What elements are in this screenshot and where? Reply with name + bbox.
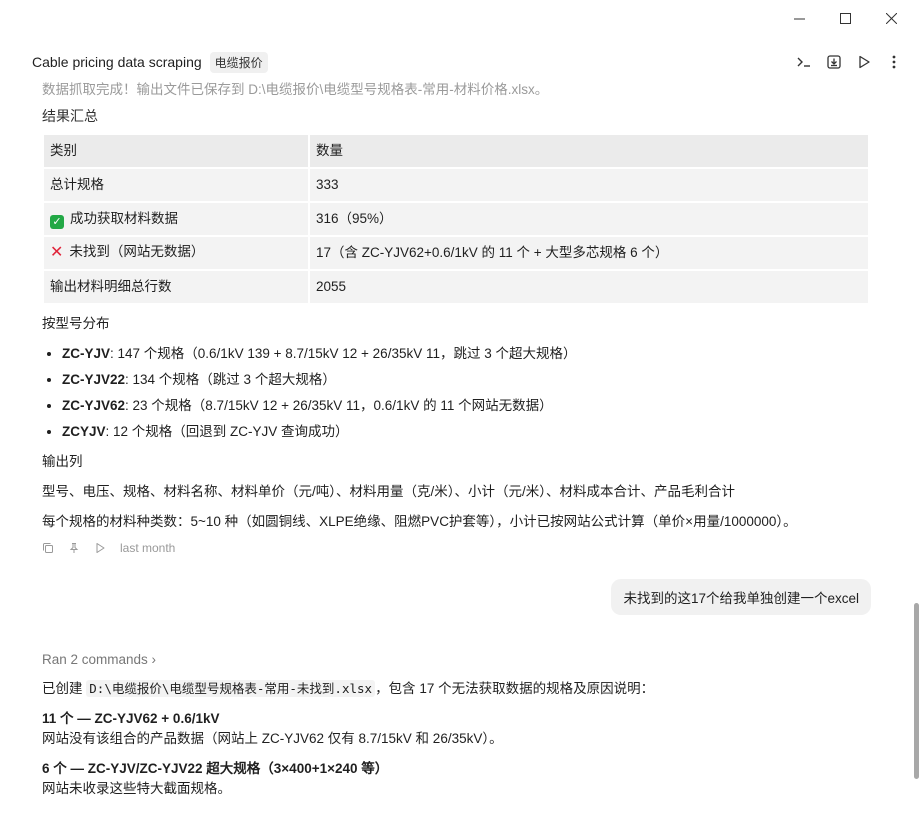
table-row: ✕ 未找到（网站无数据） 17（含 ZC-YJV62+0.6/1kV 的 11 个… (44, 237, 868, 270)
group2-title: 6 个 — ZC-YJV/ZC-YJV22 超大规格（3×400+1×240 等… (42, 761, 389, 776)
model-name: ZC-YJV (62, 346, 111, 362)
play-icon (96, 543, 105, 554)
list-item: ZC-YJV: 147 个规格（0.6/1kV 139 + 8.7/15kV 1… (62, 341, 870, 367)
output-columns: 型号、电压、规格、材料名称、材料单价（元/吨）、材料用量（克/米）、小计（元/米… (42, 484, 736, 500)
table-cell-label: ✕ 未找到（网站无数据） (44, 237, 308, 270)
model-heading: 按型号分布 (42, 316, 110, 332)
close-icon (885, 12, 897, 24)
table-cell-value: 333 (310, 169, 868, 202)
maximize-button[interactable] (822, 8, 868, 28)
user-message-bubble: 未找到的这17个给我单独创建一个excel (611, 579, 871, 615)
created-line: 已创建 D:\电缆报价\电缆型号规格表-常用-未找到.xlsx ，包含 17 个无… (42, 677, 870, 697)
copy-button[interactable] (42, 542, 54, 554)
table-row: 总计规格 333 (44, 169, 868, 202)
table-cell-label: 总计规格 (44, 169, 308, 202)
ran-commands-toggle[interactable]: Ran 2 commands › (42, 652, 870, 667)
table-header-cell: 类别 (44, 135, 308, 168)
play-icon (859, 55, 870, 69)
minimize-icon (793, 18, 805, 19)
model-desc: : 12 个规格（回退到 ZC-YJV 查询成功） (105, 424, 349, 440)
model-desc: : 23 个规格（8.7/15kV 12 + 26/35kV 11，0.6/1k… (125, 398, 553, 414)
list-item: ZC-YJV22: 134 个规格（跳过 3 个超大规格） (62, 367, 870, 393)
created-suffix: ，包含 17 个无法获取数据的规格及原因说明： (375, 681, 655, 696)
table-cell-value: 2055 (310, 271, 868, 304)
summary-table: 类别 数量 总计规格 333 ✓ 成功获取材料数据 316（95%） ✕ 未找到（网… (42, 133, 870, 305)
copy-icon (43, 543, 53, 554)
model-desc: : 147 个规格（0.6/1kV 139 + 8.7/15kV 12 + 26… (110, 346, 577, 362)
conversation-header: Cable pricing data scraping 电缆报价 (32, 50, 902, 74)
table-cell-label-text: 未找到（网站无数据） (69, 244, 205, 260)
material-note: 每个规格的材料种类数：5~10 种（如圆铜线、XLPE绝缘、阻燃PVC护套等），… (42, 514, 797, 530)
run-button[interactable] (856, 54, 872, 70)
table-cell-label-text: 成功获取材料数据 (70, 211, 178, 227)
model-name: ZC-YJV62 (62, 398, 126, 414)
table-header-cell: 数量 (310, 135, 868, 168)
output-heading: 输出列 (42, 454, 83, 470)
window-controls (776, 8, 914, 28)
pin-icon (69, 543, 79, 554)
table-cell-label: 输出材料明细总行数 (44, 271, 308, 304)
summary-heading: 结果汇总 (42, 108, 98, 125)
terminal-icon (797, 57, 810, 67)
created-file-path: D:\电缆报价\电缆型号规格表-常用-未找到.xlsx (86, 680, 376, 697)
group1-desc: 网站没有该组合的产品数据（网站上 ZC-YJV62 仅有 8.7/15kV 和 … (42, 731, 503, 746)
model-name: ZCYJV (62, 424, 106, 440)
table-cell-value: 316（95%） (310, 203, 868, 236)
scrollbar-thumb[interactable] (914, 603, 919, 779)
list-item: ZC-YJV62: 23 个规格（8.7/15kV 12 + 26/35kV 1… (62, 393, 870, 419)
project-tag[interactable]: 电缆报价 (209, 51, 268, 73)
more-vertical-icon (892, 55, 896, 69)
group1-title: 11 个 — ZC-YJV62 + 0.6/1kV (42, 711, 220, 726)
table-row: 输出材料明细总行数 2055 (44, 271, 868, 304)
header-actions (796, 54, 902, 70)
download-button[interactable] (826, 54, 842, 70)
model-list: ZC-YJV: 147 个规格（0.6/1kV 139 + 8.7/15kV 1… (62, 341, 870, 445)
completion-intro: 数据抓取完成！输出文件已保存到 D:\电缆报价\电缆型号规格表-常用-材料价格.… (42, 82, 549, 97)
group2-desc: 网站未收录这些特大截面规格。 (42, 781, 231, 796)
cross-mark-icon: ✕ (50, 244, 64, 262)
created-prefix: 已创建 (42, 681, 87, 696)
assistant-message: 数据抓取完成！输出文件已保存到 D:\电缆报价\电缆型号规格表-常用-材料价格.… (42, 78, 870, 557)
pin-button[interactable] (68, 542, 80, 554)
conversation-title: Cable pricing data scraping (32, 54, 202, 70)
download-icon (827, 55, 841, 69)
replay-button[interactable] (94, 542, 106, 554)
message-timestamp: last month (120, 541, 176, 556)
more-button[interactable] (886, 54, 902, 70)
close-button[interactable] (868, 8, 914, 28)
minimize-button[interactable] (776, 8, 822, 28)
model-desc: : 134 个规格（跳过 3 个超大规格） (125, 372, 336, 388)
table-row: ✓ 成功获取材料数据 316（95%） (44, 203, 868, 236)
terminal-button[interactable] (796, 54, 812, 70)
message-meta: last month (42, 539, 870, 557)
table-cell-label: ✓ 成功获取材料数据 (44, 203, 308, 236)
model-name: ZC-YJV22 (62, 372, 126, 388)
maximize-icon (839, 12, 851, 24)
check-mark-icon: ✓ (50, 215, 64, 230)
assistant-reply: Ran 2 commands › 已创建 D:\电缆报价\电缆型号规格表-常用-… (42, 652, 870, 797)
table-cell-value: 17（含 ZC-YJV62+0.6/1kV 的 11 个 + 大型多芯规格 6 … (310, 237, 868, 270)
list-item: ZCYJV: 12 个规格（回退到 ZC-YJV 查询成功） (62, 419, 870, 445)
table-header-row: 类别 数量 (44, 135, 868, 168)
